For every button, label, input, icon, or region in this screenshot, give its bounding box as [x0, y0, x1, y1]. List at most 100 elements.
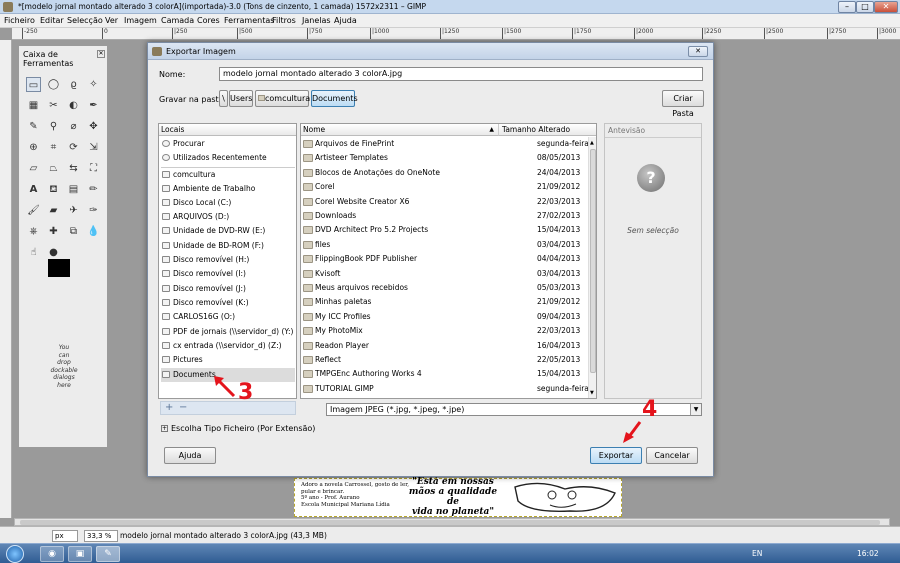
place-item[interactable]: Unidade de BD-ROM (F:)	[161, 239, 295, 253]
file-row[interactable]: Kvisoft 03/04/2013	[301, 267, 596, 281]
chrome-icon[interactable]: ◉	[40, 546, 64, 562]
start-button[interactable]	[6, 545, 24, 563]
path-documents[interactable]: Documents	[311, 90, 358, 107]
file-row[interactable]: Corel Website Creator X6 22/03/2013	[301, 195, 596, 209]
menu-ferramentas[interactable]: Ferramentas	[224, 16, 274, 25]
place-item[interactable]: Unidade de DVD-RW (E:)	[161, 224, 295, 238]
scroll-thumb[interactable]	[590, 149, 596, 373]
menu-editar[interactable]: Editar	[40, 16, 64, 25]
minimize-button[interactable]: –	[838, 1, 856, 13]
place-item[interactable]: Disco Local (C:)	[161, 196, 295, 210]
expander-plus-icon[interactable]: +	[161, 425, 168, 432]
place-item[interactable]: ARQUIVOS (D:)	[161, 210, 295, 224]
close-tab-icon[interactable]: ✕	[97, 50, 105, 58]
rect-select-icon[interactable]: ▭	[26, 77, 41, 92]
language-indicator[interactable]: EN	[752, 549, 762, 558]
place-item[interactable]: Disco removível (K:)	[161, 296, 295, 310]
cage-icon[interactable]: ⛶	[86, 161, 101, 176]
file-row[interactable]: Blocos de Anotações do OneNote 24/04/2013	[301, 166, 596, 180]
menu-imagem[interactable]: Imagem	[124, 16, 157, 25]
horizontal-scrollbar[interactable]	[14, 518, 890, 526]
place-item[interactable]: PDF de jornais (\\servidor_d) (Y:)	[161, 325, 295, 339]
chevron-down-icon[interactable]: ▼	[690, 404, 701, 415]
place-item[interactable]: Disco removível (J:)	[161, 282, 295, 296]
paintbrush-icon[interactable]: 🖌	[26, 203, 41, 218]
zoom-icon[interactable]: ⚲	[46, 119, 61, 134]
place-item[interactable]: Ambiente de Trabalho	[161, 182, 295, 196]
export-button[interactable]: Exportar	[590, 447, 642, 464]
places-header[interactable]: Locais	[159, 124, 296, 136]
place-item[interactable]: Pictures	[161, 353, 295, 367]
menu-ficheiro[interactable]: Ficheiro	[4, 16, 35, 25]
maximize-button[interactable]: □	[856, 1, 874, 13]
create-folder-button[interactable]: Criar Pasta	[662, 90, 704, 118]
scroll-down-icon[interactable]: ▼	[590, 390, 594, 396]
clock[interactable]: 16:02	[857, 549, 879, 558]
place-item[interactable]: Disco removível (H:)	[161, 253, 295, 267]
help-button[interactable]: Ajuda	[164, 447, 216, 464]
rotate-icon[interactable]: ⟳	[66, 140, 81, 155]
scroll-thumb[interactable]	[20, 520, 880, 525]
paths-icon[interactable]: ✒	[86, 98, 101, 113]
clone-icon[interactable]: ⎈	[26, 224, 41, 239]
airbrush-icon[interactable]: ✈	[66, 203, 81, 218]
zoom-select[interactable]: 33,3 %	[84, 530, 118, 542]
ellipse-select-icon[interactable]: ◯	[46, 77, 61, 92]
file-row[interactable]: DVD Architect Pro 5.2 Projects 15/04/2013	[301, 223, 596, 237]
shear-icon[interactable]: ▱	[26, 161, 41, 176]
dodge-burn-icon[interactable]: ●	[46, 245, 61, 260]
place-item[interactable]: Procurar	[161, 137, 295, 151]
menu-cores[interactable]: Cores	[197, 16, 220, 25]
crop-icon[interactable]: ⌗	[46, 140, 61, 155]
path-toggle-button[interactable]: \	[219, 90, 228, 107]
files-scrollbar[interactable]: ▲ ▼	[588, 137, 596, 398]
foreground-select-icon[interactable]: ◐	[66, 98, 81, 113]
gimp-taskbar-icon[interactable]: ✎	[96, 546, 120, 562]
ink-icon[interactable]: ✑	[86, 203, 101, 218]
perspective-icon[interactable]: ⏢	[46, 161, 61, 176]
add-place-icon[interactable]: +	[165, 402, 173, 413]
unit-select[interactable]: px	[52, 530, 78, 542]
blend-icon[interactable]: ▤	[66, 182, 81, 197]
cancel-button[interactable]: Cancelar	[646, 447, 698, 464]
file-row[interactable]: Readon Player 16/04/2013	[301, 339, 596, 353]
scissors-icon[interactable]: ✂	[46, 98, 61, 113]
path-users[interactable]: Users	[229, 90, 253, 107]
fuzzy-select-icon[interactable]: ✧	[86, 77, 101, 92]
close-button[interactable]: ✕	[874, 1, 898, 13]
menu-ver[interactable]: Ver	[105, 16, 118, 25]
menu-ajuda[interactable]: Ajuda	[334, 16, 357, 25]
file-row[interactable]: Reflect 22/05/2013	[301, 353, 596, 367]
file-row[interactable]: FlippingBook PDF Publisher 04/04/2013	[301, 252, 596, 266]
file-row[interactable]: Corel 21/09/2012	[301, 180, 596, 194]
modified-column-header[interactable]: Tamanho Alterado	[499, 124, 596, 136]
scroll-up-icon[interactable]: ▲	[590, 140, 594, 146]
place-item[interactable]: CARLOS16G (O:)	[161, 310, 295, 324]
menu-camada[interactable]: Camada	[161, 16, 194, 25]
menu-seleccao[interactable]: Selecção	[67, 16, 103, 25]
blur-icon[interactable]: 💧	[86, 224, 101, 239]
heal-icon[interactable]: ✚	[46, 224, 61, 239]
measure-icon[interactable]: ⌀	[66, 119, 81, 134]
scale-icon[interactable]: ⇲	[86, 140, 101, 155]
flip-icon[interactable]: ⇆	[66, 161, 81, 176]
file-row[interactable]: Artisteer Templates 08/05/2013	[301, 151, 596, 165]
eraser-icon[interactable]: ▰	[46, 203, 61, 218]
place-item[interactable]: comcultura	[161, 168, 295, 182]
image-canvas[interactable]: Adoro a novela Carrossel, gosto de ler, …	[294, 477, 622, 517]
file-row[interactable]: TUTORIAL GIMP segunda-feira	[301, 382, 596, 396]
place-item[interactable]: Disco removível (I:)	[161, 267, 295, 281]
place-item[interactable]: Utilizados Recentemente	[161, 151, 295, 165]
name-column-header[interactable]: Nome ▲	[301, 124, 499, 136]
file-row[interactable]: TMPGEnc Authoring Works 4 15/04/2013	[301, 367, 596, 381]
perspective-clone-icon[interactable]: ⧉	[66, 224, 81, 239]
file-row[interactable]: Minhas paletas 21/09/2012	[301, 295, 596, 309]
move-icon[interactable]: ✥	[86, 119, 101, 134]
menu-filtros[interactable]: Filtros	[272, 16, 296, 25]
file-row[interactable]: files 03/04/2013	[301, 238, 596, 252]
explorer-icon[interactable]: ▣	[68, 546, 92, 562]
pencil-icon[interactable]: ✏	[86, 182, 101, 197]
foreground-color-swatch[interactable]	[48, 259, 70, 277]
menu-janelas[interactable]: Janelas	[302, 16, 331, 25]
file-row[interactable]: Meus arquivos recebidos 05/03/2013	[301, 281, 596, 295]
